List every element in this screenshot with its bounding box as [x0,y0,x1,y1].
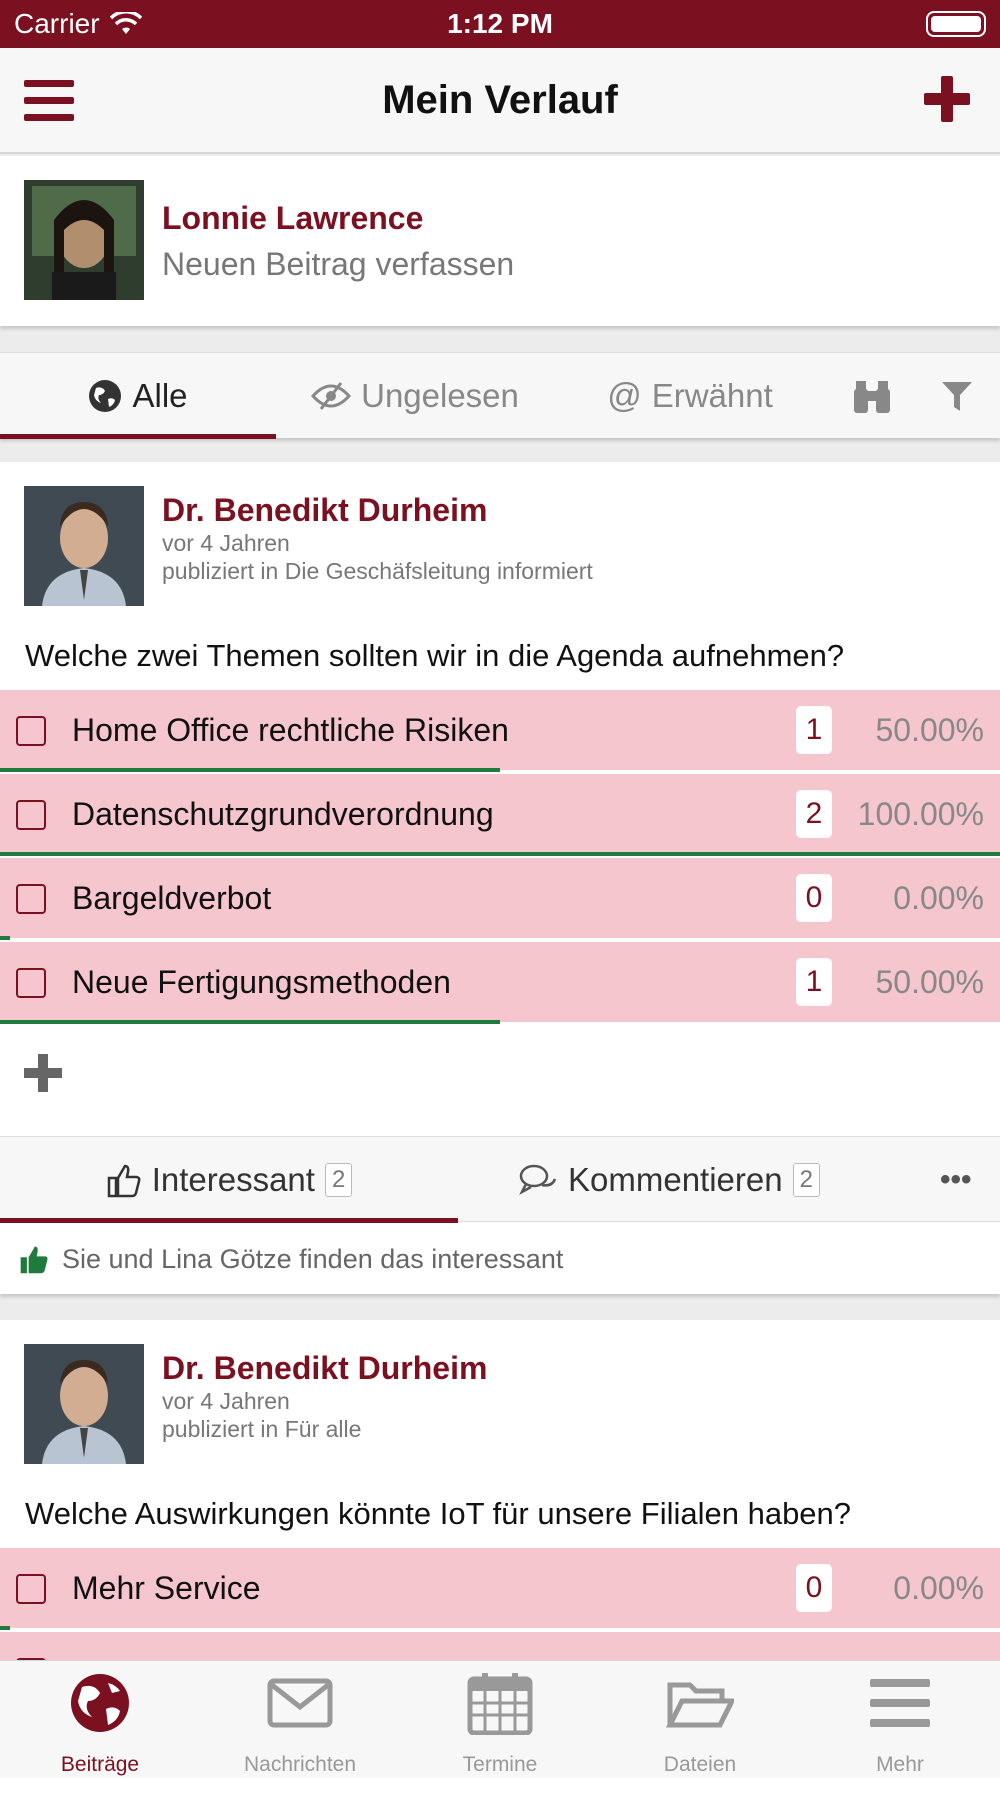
vote-bar [0,1626,10,1630]
nav-bar: Mein Verlauf [0,48,1000,154]
checkbox[interactable] [16,968,46,998]
status-bar: Carrier 1:12 PM [0,0,1000,48]
tab-mehr-label: Mehr [876,1753,924,1776]
binoculars-icon[interactable] [852,375,892,415]
vote-percent: 50.00% [875,964,984,1000]
post-time: vor 4 Jahren [162,1388,290,1414]
tab-termine[interactable]: Termine [400,1661,600,1779]
poll-question: Welche zwei Themen sollten wir in die Ag… [25,638,845,673]
status-time: 1:12 PM [447,8,553,39]
post-composer[interactable]: Lonnie Lawrence Neuen Beitrag verfassen [0,156,1000,326]
tab-alle-label: Alle [132,377,188,414]
tab-mehr[interactable]: Mehr [800,1661,1000,1779]
comment-button[interactable]: Kommentieren 2 [518,1137,820,1223]
likes-text: Sie und Lina Götze finden das interessan… [62,1243,564,1274]
tab-termine-label: Termine [462,1753,538,1776]
tab-erwaehnt-label: Erwähnt [651,377,773,414]
poll-option[interactable]: Datenschutzgrundverordnung 2 100.00% [0,774,1000,856]
tab-alle[interactable]: Alle [0,353,276,439]
vote-percent: 50.00% [875,712,984,748]
active-tab-indicator [0,434,276,439]
like-count-badge: 2 [324,1163,353,1197]
checkbox[interactable] [16,884,46,914]
vote-count: 2 [796,790,832,838]
tab-nachrichten[interactable]: Nachrichten [200,1661,400,1779]
thumbs-up-icon [20,1246,48,1274]
checkbox[interactable] [16,1574,46,1604]
checkbox[interactable] [16,716,46,746]
filter-bar: Alle Ungelesen @ Erwähnt [0,352,1000,439]
poll-option-label: Neue Fertigungsmethoden [72,964,451,1000]
tab-dateien-label: Dateien [663,1753,737,1776]
thumbs-up-icon [107,1164,141,1198]
vote-percent: 0.00% [893,880,984,916]
like-button[interactable]: Interessant 2 [0,1137,458,1223]
post-time: vor 4 Jahren [162,530,290,556]
tab-beitraege-label: Beiträge [60,1753,140,1776]
avatar [24,486,144,606]
vote-count: 1 [796,958,832,1006]
like-label: Interessant [151,1161,315,1198]
post-author[interactable]: Dr. Benedikt Durheim [162,492,487,529]
envelope-icon [267,1678,333,1728]
add-post-button[interactable] [924,76,970,122]
vote-bar [0,936,10,940]
post-group: publiziert in Für alle [162,1416,362,1442]
avatar [24,1344,144,1464]
post-actions: Interessant 2 Kommentieren 2 ••• [0,1136,1000,1223]
tab-beitraege[interactable]: Beiträge [0,1661,200,1779]
poll-option[interactable]: Mehr Service 0 0.00% [0,1548,1000,1630]
likes-summary[interactable]: Sie und Lina Götze finden das interessan… [0,1222,1000,1296]
tab-nachrichten-label: Nachrichten [243,1753,357,1776]
add-answer-icon[interactable] [24,1054,62,1092]
more-options-icon[interactable]: ••• [940,1137,972,1223]
globe-icon [71,1674,129,1732]
tab-dateien[interactable]: Dateien [600,1661,800,1779]
post-group: publiziert in Die Geschäfsleitung inform… [162,558,593,584]
comment-count-badge: 2 [792,1163,820,1197]
globe-icon [89,380,122,412]
menu-icon [870,1679,930,1727]
add-answer-row [0,1024,1000,1672]
post-author[interactable]: Dr. Benedikt Durheim [162,1350,487,1387]
comments-icon [519,1164,557,1196]
poll-option[interactable]: Neue Fertigungsmethoden 1 50.00% [0,942,1000,1024]
poll-option-label: Bargeldverbot [72,880,272,916]
avatar [24,180,144,300]
eye-slash-icon [311,382,352,410]
vote-bar [0,852,1000,856]
calendar-icon [467,1673,533,1735]
vote-percent: 0.00% [893,1570,984,1606]
vote-percent: 100.00% [857,796,984,832]
poll-option-label: Datenschutzgrundverordnung [72,796,494,832]
poll-option[interactable]: Bargeldverbot 0 0.00% [0,858,1000,940]
poll-option-label: Mehr Service [72,1570,261,1606]
poll-option[interactable]: Home Office rechtliche Risiken 1 50.00% [0,690,1000,772]
vote-count: 1 [796,706,832,754]
checkbox[interactable] [16,800,46,830]
vote-count: 0 [796,874,832,922]
poll-question: Welche Auswirkungen könnte IoT für unser… [25,1496,852,1531]
battery-icon [926,11,986,37]
tab-bar: Beiträge Nachrichten Termine Dateien Meh… [0,1660,1000,1778]
tab-ungelesen-label: Ungelesen [361,377,519,414]
new-post-prompt[interactable]: Neuen Beitrag verfassen [162,246,514,283]
comment-label: Kommentieren [568,1161,783,1198]
page-title: Mein Verlauf [382,78,618,122]
tab-ungelesen[interactable]: Ungelesen [290,353,540,439]
at-icon: @ [607,376,642,415]
tab-erwaehnt[interactable]: @ Erwähnt [590,353,790,439]
post-card: Dr. Benedikt Durheim vor 4 Jahren publiz… [0,462,1000,1672]
folder-open-icon [666,1682,734,1728]
poll-option-label: Home Office rechtliche Risiken [72,712,509,748]
composer-user-name: Lonnie Lawrence [162,200,424,236]
vote-count: 0 [796,1564,832,1612]
filter-icon[interactable] [940,379,974,413]
vote-bar [0,768,500,772]
